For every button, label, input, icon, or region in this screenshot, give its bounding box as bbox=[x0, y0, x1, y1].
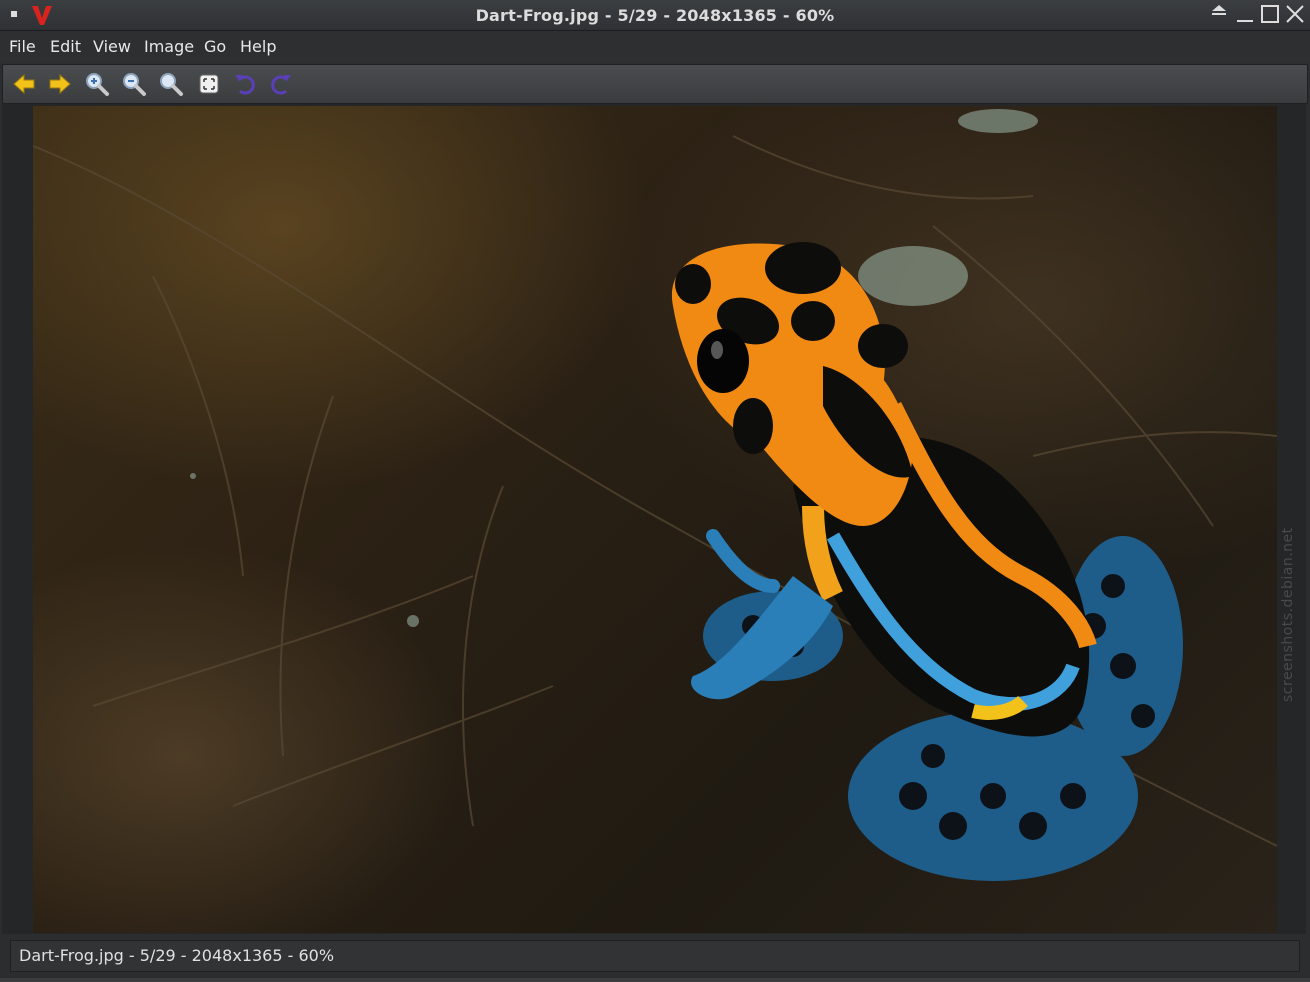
watermark-text: screenshots.debian.net bbox=[1280, 527, 1296, 702]
menu-help[interactable]: Help bbox=[240, 37, 276, 56]
maximize-icon[interactable] bbox=[1259, 3, 1281, 25]
arrow-right-icon[interactable] bbox=[47, 71, 73, 97]
close-icon[interactable] bbox=[1284, 3, 1306, 25]
menu-edit[interactable]: Edit bbox=[50, 37, 81, 56]
image-viewport[interactable]: screenshots.debian.net bbox=[2, 104, 1306, 934]
menu-bar: File Edit View Image Go Help bbox=[0, 31, 1310, 63]
keep-above-icon[interactable] bbox=[1208, 3, 1230, 25]
arrow-left-icon[interactable] bbox=[11, 71, 37, 97]
toolbar bbox=[2, 64, 1308, 104]
status-text: Dart-Frog.jpg - 5/29 - 2048x1365 - 60% bbox=[19, 946, 335, 965]
window-title: Dart-Frog.jpg - 5/29 - 2048x1365 - 60% bbox=[475, 6, 835, 25]
rotate-right-icon[interactable] bbox=[268, 71, 294, 97]
zoom-original-icon[interactable] bbox=[158, 71, 184, 97]
menu-image[interactable]: Image bbox=[144, 37, 194, 56]
minimize-icon[interactable] bbox=[1234, 3, 1256, 25]
menu-go[interactable]: Go bbox=[204, 37, 226, 56]
zoom-in-icon[interactable] bbox=[84, 71, 110, 97]
status-bar: Dart-Frog.jpg - 5/29 - 2048x1365 - 60% bbox=[10, 940, 1300, 972]
menu-file[interactable]: File bbox=[9, 37, 36, 56]
title-bar: Dart-Frog.jpg - 5/29 - 2048x1365 - 60% bbox=[0, 0, 1310, 31]
watermark: screenshots.debian.net bbox=[1278, 484, 1300, 724]
window-bottom-edge bbox=[0, 978, 1310, 982]
fit-to-window-icon[interactable] bbox=[196, 71, 222, 97]
zoom-out-icon[interactable] bbox=[121, 71, 147, 97]
menu-view[interactable]: View bbox=[93, 37, 131, 56]
rotate-left-icon[interactable] bbox=[232, 71, 258, 97]
dart-frog-image bbox=[33, 106, 1277, 933]
